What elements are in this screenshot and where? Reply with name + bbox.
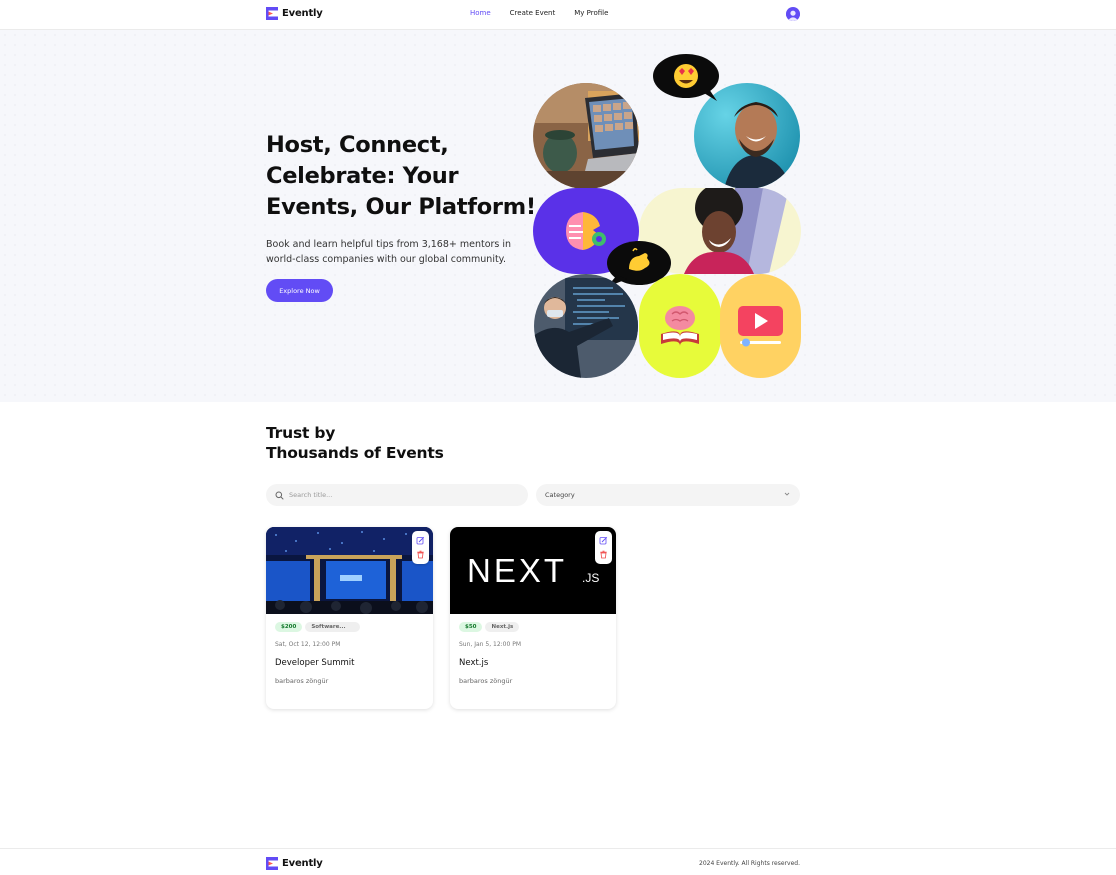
price-badge: $200: [275, 622, 303, 632]
brand-name: Evently: [282, 8, 323, 19]
nextjs-logo-text: NEXT: [467, 552, 568, 589]
main-nav: Home Create Event My Profile: [470, 9, 608, 17]
event-badges: $200 Software...: [275, 622, 360, 632]
search-icon: [275, 491, 284, 500]
event-actions: [595, 531, 612, 564]
logo-icon: [266, 857, 278, 870]
nextjs-logo-suffix: .JS: [582, 571, 600, 585]
presenter-image: [534, 274, 638, 378]
brand-logo[interactable]: Evently: [266, 7, 323, 20]
logo-icon: [266, 7, 278, 20]
event-image-developer-summit: [266, 527, 433, 614]
chevron-down-icon: [784, 492, 790, 496]
search-bar[interactable]: [266, 484, 528, 506]
event-date: Sun, Jan 5, 12:00 PM: [459, 641, 522, 648]
event-actions: [412, 531, 429, 564]
nav-create-event[interactable]: Create Event: [510, 9, 556, 17]
event-organizer: barbaros zöngür: [459, 677, 513, 685]
event-organizer: barbaros zöngür: [275, 677, 329, 685]
book-brain-illustration: [639, 274, 721, 378]
events-title-line1: Trust by: [266, 424, 336, 442]
top-navbar: Evently Home Create Event My Profile: [0, 0, 1116, 30]
explore-now-button[interactable]: Explore Now: [266, 279, 333, 302]
heart-eyes-emoji-icon: [653, 54, 719, 101]
price-badge: $50: [459, 622, 483, 632]
hero-collage: [533, 54, 801, 378]
event-card[interactable]: NEXT .JS $50 Next.js Sun, Jan 5, 12:00 P…: [450, 527, 616, 709]
event-image-nextjs: NEXT .JS: [450, 527, 616, 614]
event-card[interactable]: $200 Software... Sat, Oct 12, 12:00 PM D…: [266, 527, 433, 709]
hero-section: Host, Connect, Celebrate: Your Events, O…: [0, 30, 1116, 402]
hero-title: Host, Connect, Celebrate: Your Events, O…: [266, 132, 536, 220]
hero-subtitle: Book and learn helpful tips from 3,168+ …: [266, 239, 512, 265]
video-call-laptop-image: [533, 83, 639, 189]
nav-my-profile[interactable]: My Profile: [574, 9, 608, 17]
category-badge: Software...: [305, 622, 360, 632]
category-badge: Next.js: [485, 622, 520, 632]
footer: Evently 2024 Evently. All Rights reserve…: [0, 848, 1116, 875]
event-date: Sat, Oct 12, 12:00 PM: [275, 641, 341, 648]
category-dropdown[interactable]: Category: [536, 484, 800, 506]
event-title[interactable]: Developer Summit: [275, 658, 354, 668]
edit-icon[interactable]: [599, 536, 608, 545]
delete-icon[interactable]: [416, 550, 425, 559]
events-section-title: Trust by Thousands of Events: [266, 423, 444, 463]
search-input[interactable]: [289, 491, 509, 499]
footer-brand-logo[interactable]: Evently: [266, 857, 323, 870]
delete-icon[interactable]: [599, 550, 608, 559]
user-avatar[interactable]: [786, 7, 800, 21]
user-avatar-icon: [786, 8, 800, 21]
event-title[interactable]: Next.js: [459, 658, 488, 668]
video-player-illustration: [720, 274, 801, 378]
category-label: Category: [545, 491, 575, 499]
event-badges: $50 Next.js: [459, 622, 520, 632]
edit-icon[interactable]: [416, 536, 425, 545]
brand-name: Evently: [282, 858, 323, 869]
copyright-text: 2024 Evently. All Rights reserved.: [699, 860, 800, 867]
nav-home[interactable]: Home: [470, 9, 491, 17]
events-title-line2: Thousands of Events: [266, 444, 444, 462]
